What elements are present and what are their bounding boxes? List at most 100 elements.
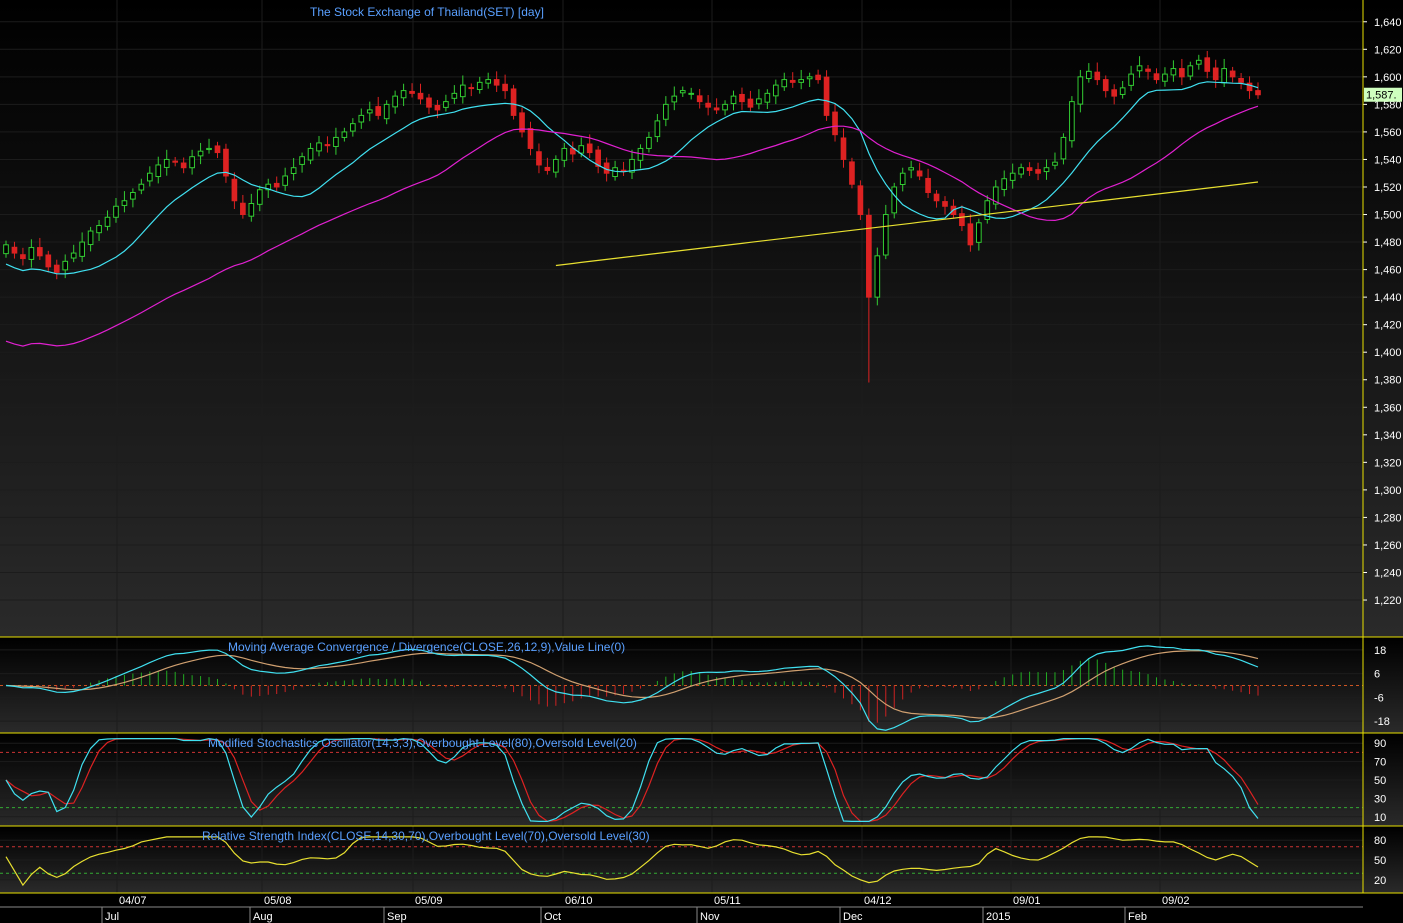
candle-body (1094, 71, 1101, 81)
candle-body (959, 213, 965, 227)
candle-body (586, 143, 593, 154)
candle (510, 84, 517, 120)
candle-body (451, 92, 458, 99)
candle-body (663, 103, 669, 120)
candle-body (493, 79, 500, 86)
candle-body (772, 84, 779, 97)
candle-body (400, 90, 407, 99)
candle-body (646, 136, 652, 149)
candle-body (502, 83, 508, 92)
month-label: 2015 (986, 911, 1010, 923)
candle-body (1187, 65, 1194, 77)
rsi-tick-label: 80 (1374, 835, 1386, 847)
candle (849, 157, 855, 189)
candle-body (544, 166, 551, 171)
candle-body (925, 177, 931, 193)
candle-body (1145, 68, 1151, 72)
candle-body (891, 186, 898, 214)
rsi-tick-label: 50 (1374, 855, 1386, 867)
candle-body (1035, 169, 1041, 174)
candle-body (1111, 89, 1118, 97)
month-label: Aug (253, 911, 273, 923)
candle-body (375, 106, 382, 116)
candle-body (1085, 70, 1092, 79)
macd-tick-label: 18 (1374, 645, 1386, 657)
month-label: Nov (700, 911, 720, 923)
candle-body (612, 167, 618, 178)
candle-body (1102, 79, 1109, 92)
price-tick-label: 1,420 (1374, 320, 1402, 332)
candle-body (654, 120, 661, 138)
candle-body (1238, 77, 1244, 83)
date-label: 06/10 (565, 895, 593, 907)
candle-body (840, 137, 847, 160)
candle-body (113, 205, 119, 218)
macd-tick-label: 6 (1374, 669, 1380, 681)
candle-body (899, 172, 906, 186)
month-label: Feb (1128, 911, 1147, 923)
candle-body (79, 241, 85, 257)
candle-body (849, 161, 855, 185)
candle-body (172, 160, 179, 163)
candle-body (324, 144, 331, 147)
candle-body (443, 101, 449, 108)
candle-body (908, 167, 914, 171)
candle-body (976, 222, 982, 243)
rsi-tick-label: 20 (1374, 875, 1386, 887)
candle-body (696, 95, 703, 103)
candle-body (45, 254, 52, 268)
candle-body (578, 145, 585, 154)
candle-body (857, 185, 864, 216)
candle-body (1229, 70, 1236, 78)
candle-body (823, 76, 830, 116)
candle-body (248, 203, 255, 217)
stoch-panel-title: Modified Stochastics Oscillator(14,3,3),… (208, 736, 637, 750)
candle-body (20, 254, 26, 260)
candle-body (1001, 178, 1008, 190)
candle-body (874, 255, 881, 298)
candle-body (1043, 167, 1050, 173)
candle-body (536, 151, 542, 166)
month-label: Oct (544, 911, 561, 923)
candle-body (3, 244, 9, 255)
candle-body (1204, 57, 1211, 72)
price-tick-label: 1,260 (1374, 540, 1402, 552)
candle-body (1026, 167, 1033, 171)
macd-tick-label: -18 (1374, 716, 1390, 728)
price-tick-label: 1,540 (1374, 154, 1402, 166)
candle-body (798, 79, 805, 83)
candle-body (747, 98, 754, 108)
candle-body (358, 114, 365, 123)
price-panel-title: The Stock Exchange of Thailand(SET) [day… (310, 5, 544, 19)
price-tick-label: 1,380 (1374, 375, 1402, 387)
candle-body (1136, 65, 1143, 72)
candle-body (1018, 167, 1024, 175)
candle-body (316, 142, 322, 152)
month-label: Sep (387, 911, 407, 923)
price-tick-label: 1,400 (1374, 347, 1402, 359)
stoch-tick-label: 90 (1374, 738, 1386, 750)
candle-body (1128, 73, 1134, 86)
candle-body (180, 162, 187, 169)
rsi-panel-title: Relative Strength Index(CLOSE,14,30,70),… (202, 829, 650, 843)
candle (823, 70, 830, 121)
candle-body (679, 90, 686, 94)
candle-body (1212, 67, 1219, 81)
candle-body (459, 84, 466, 98)
candle-body (206, 147, 212, 151)
stock-chart[interactable]: 1,220 1,240 1,260 1,280 1,300 1,320 1,340 1,360… (0, 0, 1403, 923)
candle-body (155, 164, 162, 178)
candle-body (299, 156, 305, 165)
candle (891, 182, 898, 219)
stoch-tick-label: 10 (1374, 812, 1386, 824)
candle-body (967, 223, 974, 246)
candle-body (1255, 90, 1261, 96)
candle (1069, 96, 1075, 148)
last-price-tag: 1,587. (1364, 87, 1402, 102)
candle-body (1060, 136, 1067, 160)
stoch-tick-label: 70 (1374, 757, 1386, 769)
price-tick-label: 1,360 (1374, 402, 1402, 414)
candle-body (781, 79, 788, 88)
candle-body (282, 175, 288, 186)
candle-body (87, 230, 94, 246)
